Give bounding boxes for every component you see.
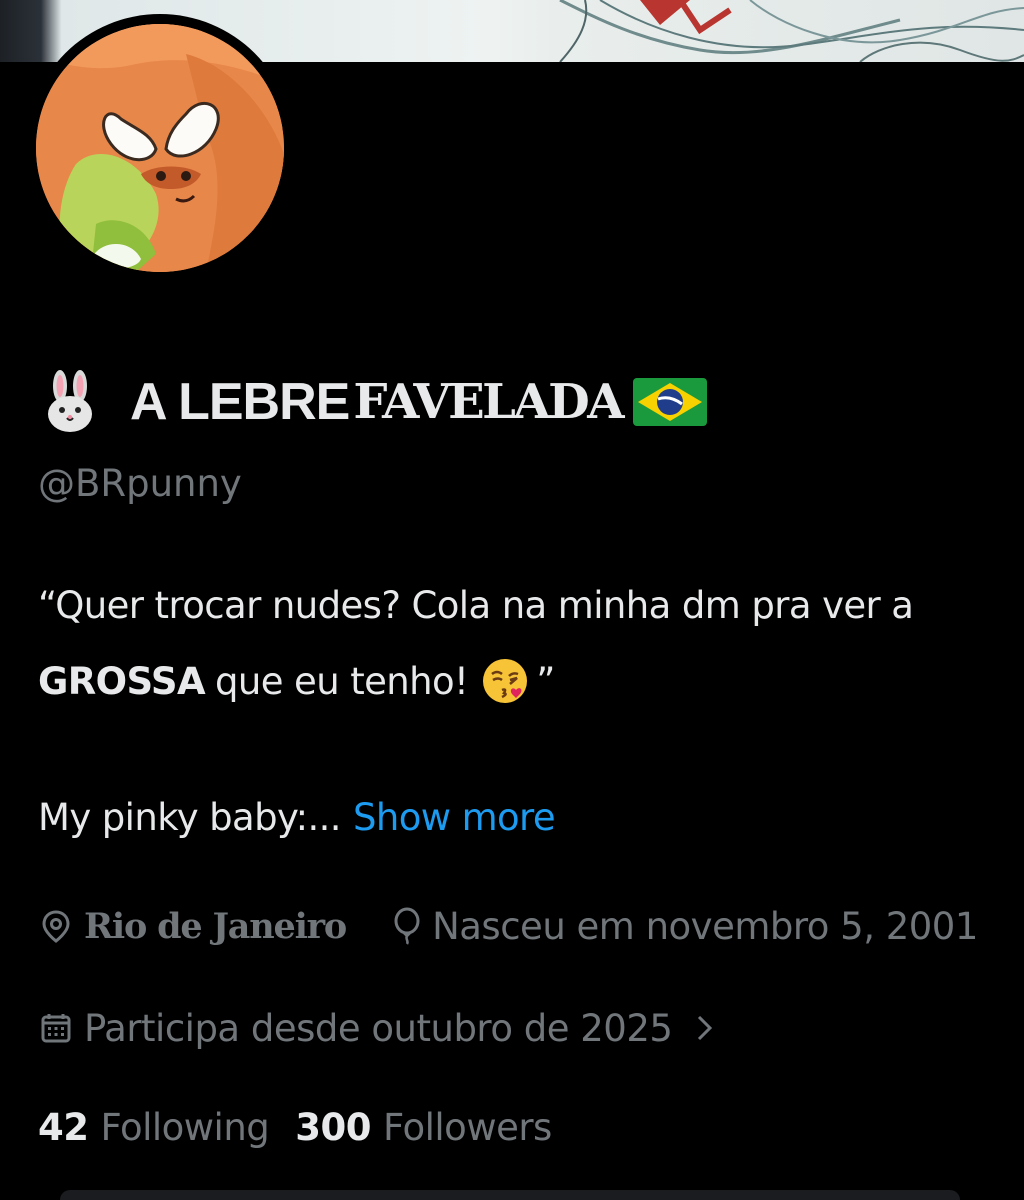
bio-text: que eu tenho! (214, 659, 469, 703)
followers-label: Followers (383, 1106, 552, 1149)
bio-close-quote: ” (536, 659, 555, 703)
bio-line-1: “Quer trocar nudes? Cola na minha dm pra… (38, 584, 914, 627)
bio-text: My pinky baby:... (38, 796, 342, 839)
avatar[interactable] (36, 24, 284, 272)
face-blowing-kiss-icon (480, 656, 530, 706)
display-name-part2: FAVELADA (353, 374, 624, 430)
username-handle: @BRpunny (38, 462, 242, 505)
show-more-link[interactable]: Show more (353, 796, 556, 839)
follow-stats: 42 Following 300 Followers (38, 1106, 552, 1149)
rabbit-face-icon (38, 370, 102, 434)
following-link[interactable]: 42 Following (38, 1106, 270, 1149)
display-name-part1: A LEBRE (130, 373, 350, 431)
location-pin-icon (38, 908, 74, 944)
bio-bold-word: GROSSA (38, 659, 206, 703)
following-label: Following (100, 1106, 270, 1149)
bio-line-2: GROSSA que eu tenho! ” (38, 656, 555, 706)
calendar-icon (38, 1010, 74, 1046)
profile-meta-row: Rio de Janeiro Nasceu em novembro 5, 200… (38, 898, 978, 954)
joined-date-text: Participa desde outubro de 2025 (84, 1006, 673, 1050)
display-name: A LEBRE FAVELADA (38, 366, 708, 438)
joined-date-row[interactable]: Participa desde outubro de 2025 (38, 1000, 716, 1056)
balloon-icon (390, 906, 424, 946)
next-section-edge (60, 1190, 960, 1200)
brazil-flag-icon (632, 377, 708, 427)
following-count: 42 (38, 1106, 89, 1149)
bio-line-3: My pinky baby:... Show more (38, 796, 556, 839)
chevron-right-icon (694, 1013, 716, 1043)
followers-count: 300 (295, 1106, 372, 1149)
birth-date: Nasceu em novembro 5, 2001 (390, 905, 978, 948)
location-text: Rio de Janeiro (84, 905, 347, 947)
followers-link[interactable]: 300 Followers (295, 1106, 552, 1149)
birth-date-text: Nasceu em novembro 5, 2001 (432, 904, 978, 948)
